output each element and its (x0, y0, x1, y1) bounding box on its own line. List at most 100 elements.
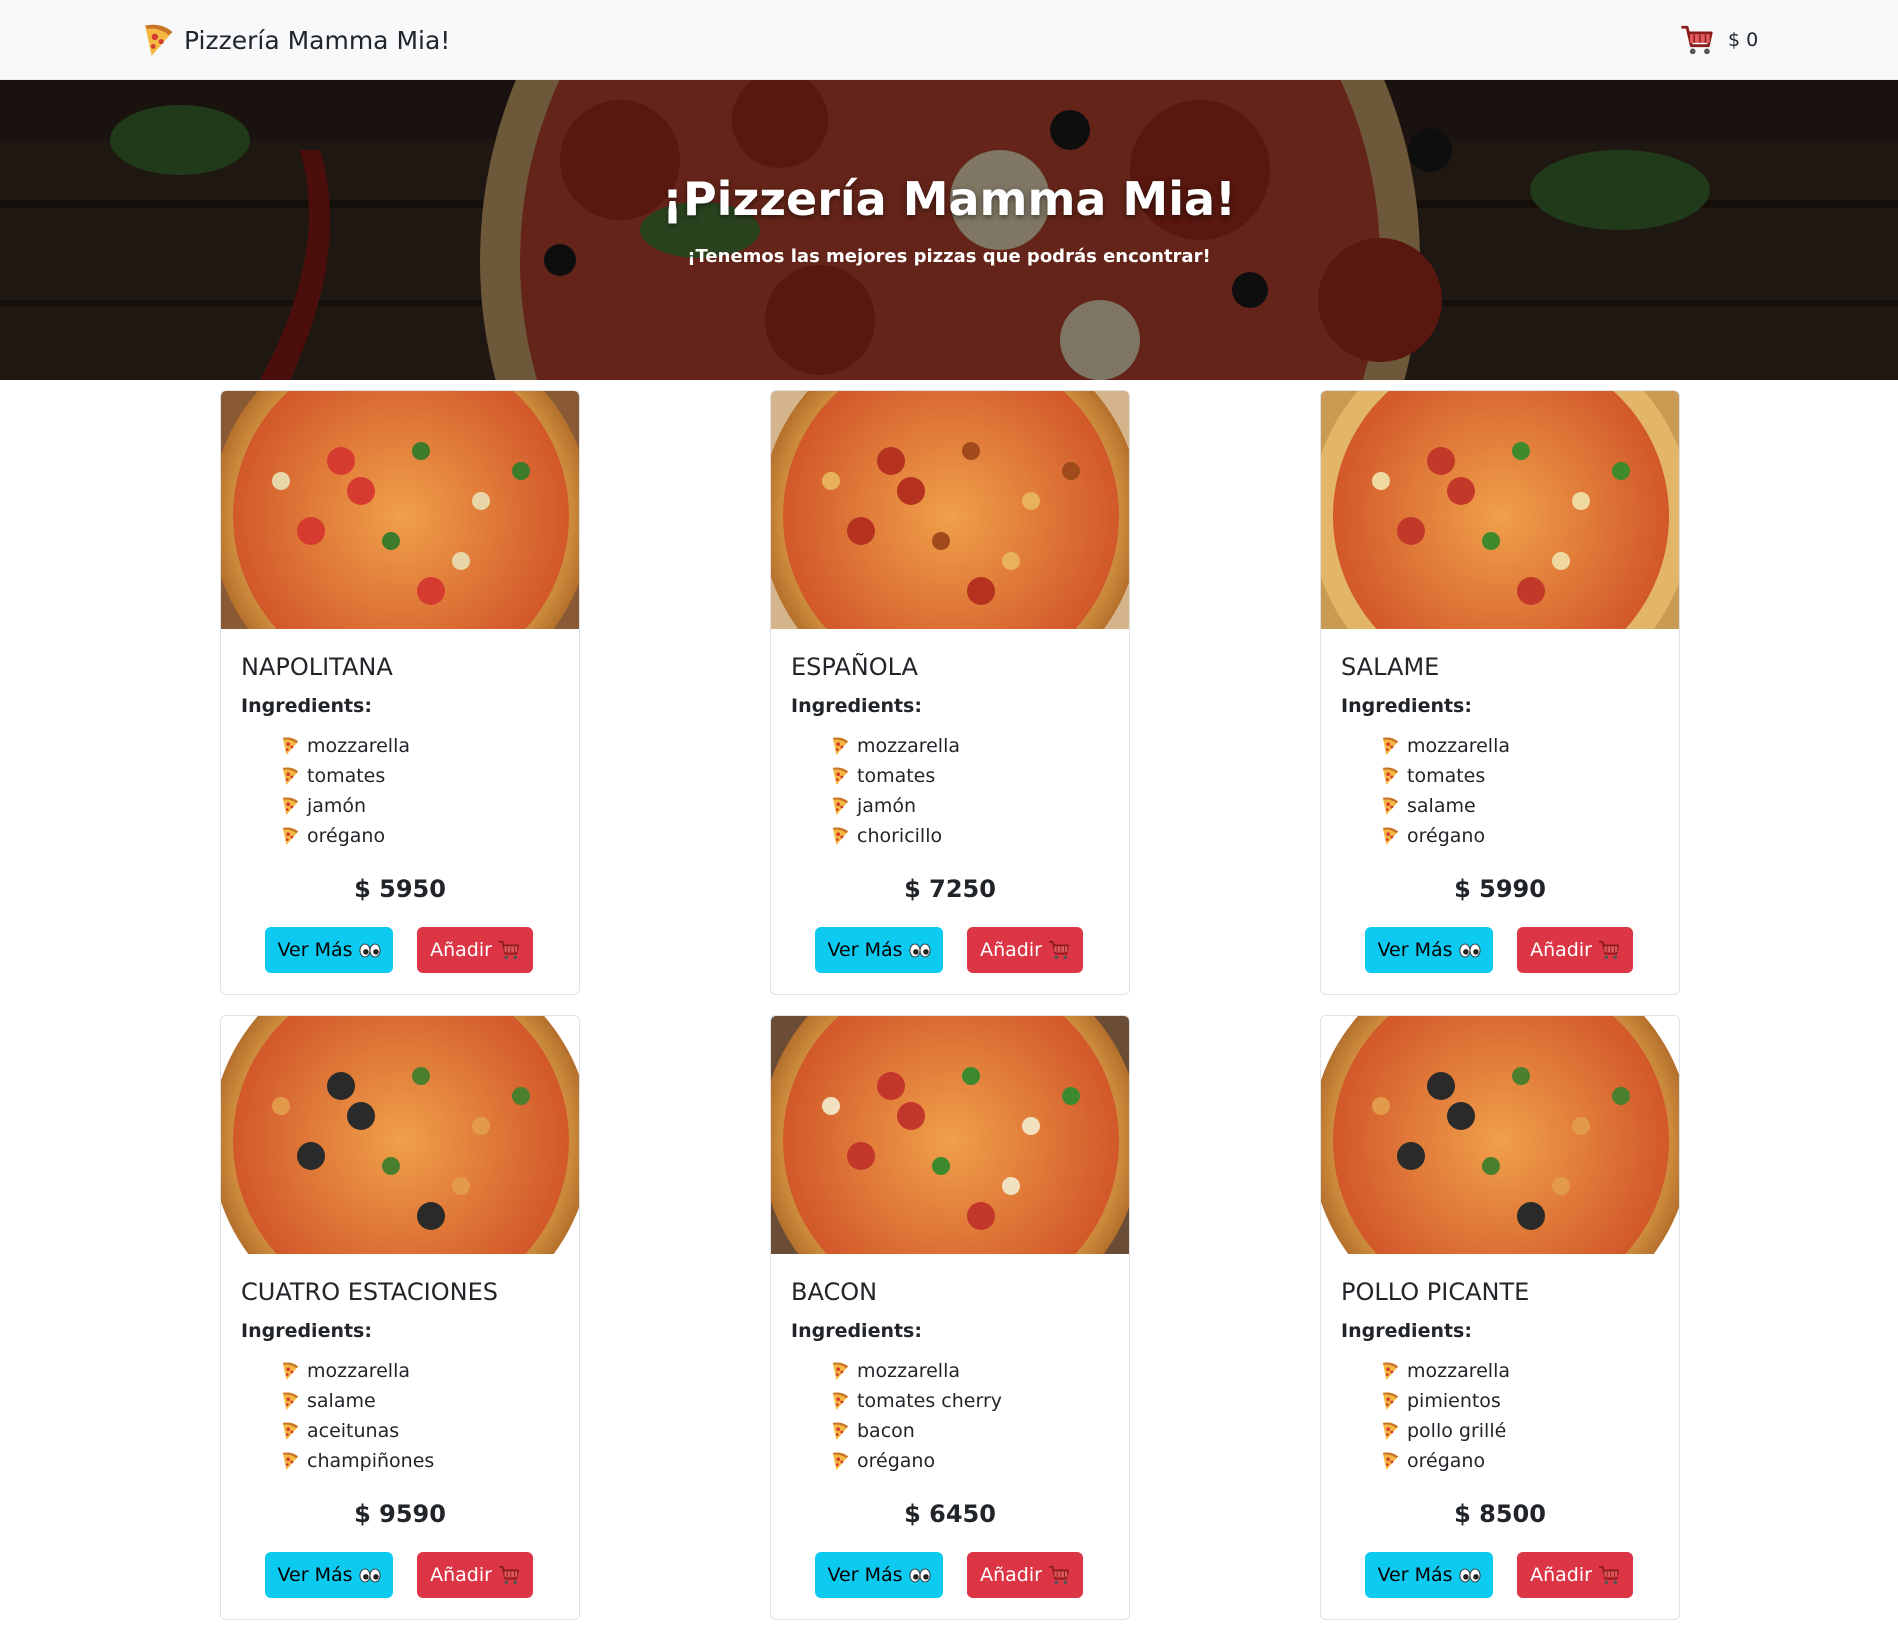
ver-mas-button[interactable]: Ver Más (815, 1552, 943, 1598)
shopping-cart-icon (1048, 1565, 1070, 1585)
anadir-button[interactable]: Añadir (967, 927, 1083, 973)
pizza-slice-icon (1381, 826, 1399, 846)
shopping-cart-icon (1598, 1565, 1620, 1585)
ver-mas-button[interactable]: Ver Más (1365, 927, 1493, 973)
pizza-price: $ 7250 (904, 875, 996, 903)
anadir-button[interactable]: Añadir (1517, 927, 1633, 973)
ingredients-label: Ingredients: (241, 1320, 372, 1342)
ingredients-list: mozzarella tomates jamón choricillo (831, 731, 960, 851)
shopping-cart-icon (498, 1565, 520, 1585)
ingredient-name: orégano (857, 1450, 936, 1472)
eyes-icon (909, 943, 931, 958)
ingredient-item: pollo grillé (1381, 1416, 1510, 1446)
ingredients-list: mozzarella salame aceitunas champiñones (281, 1356, 434, 1476)
pizza-name: NAPOLITANA (241, 653, 393, 681)
shopping-cart-icon (1048, 940, 1070, 960)
ingredients-list: mozzarella pimientos pollo grillé orégan… (1381, 1356, 1510, 1476)
anadir-label: Añadir (430, 939, 492, 961)
pizza-card: BACON Ingredients: mozzarella tomates ch… (770, 1015, 1130, 1620)
anadir-label: Añadir (1530, 1564, 1592, 1586)
ingredient-item: tomates cherry (831, 1386, 1002, 1416)
ingredient-item: salame (1381, 791, 1510, 821)
pizza-image (221, 391, 579, 629)
pizza-slice-icon (831, 736, 849, 756)
hero-banner: ¡Pizzería Mamma Mia! ¡Tenemos las mejore… (0, 80, 1898, 380)
ingredient-name: mozzarella (1407, 735, 1511, 757)
pizza-name: POLLO PICANTE (1341, 1278, 1530, 1306)
ingredient-item: mozzarella (281, 1356, 434, 1386)
ingredient-name: tomates (307, 765, 386, 787)
ingredient-item: choricillo (831, 821, 960, 851)
ingredients-list: mozzarella tomates jamón orégano (281, 731, 410, 851)
pizza-slice-icon (281, 766, 299, 786)
ingredient-item: tomates (831, 761, 960, 791)
ingredient-name: tomates (1407, 765, 1486, 787)
ingredient-item: aceitunas (281, 1416, 434, 1446)
pizza-image (221, 1016, 579, 1254)
ingredient-name: salame (307, 1390, 376, 1412)
pizza-image (771, 1016, 1129, 1254)
pizza-slice-icon (281, 1391, 299, 1411)
ingredient-item: mozzarella (831, 1356, 1002, 1386)
ver-mas-button[interactable]: Ver Más (1365, 1552, 1493, 1598)
pizza-image (771, 391, 1129, 629)
pizza-slice-icon (281, 826, 299, 846)
anadir-button[interactable]: Añadir (417, 927, 533, 973)
eyes-icon (909, 1568, 931, 1583)
ingredient-item: bacon (831, 1416, 1002, 1446)
anadir-label: Añadir (980, 939, 1042, 961)
ingredients-label: Ingredients: (1341, 695, 1472, 717)
hero-overlay (0, 80, 1898, 380)
ver-mas-button[interactable]: Ver Más (265, 1552, 393, 1598)
anadir-button[interactable]: Añadir (417, 1552, 533, 1598)
ingredient-name: orégano (1407, 825, 1486, 847)
ingredient-name: orégano (1407, 1450, 1486, 1472)
pizza-card: NAPOLITANA Ingredients: mozzarella tomat… (220, 390, 580, 995)
ingredients-label: Ingredients: (241, 695, 372, 717)
ver-mas-label: Ver Más (1377, 1564, 1453, 1586)
pizza-name: ESPAÑOLA (791, 653, 918, 681)
pizza-price: $ 5950 (354, 875, 446, 903)
pizza-slice-icon (1381, 1391, 1399, 1411)
pizza-name: SALAME (1341, 653, 1440, 681)
ingredient-item: jamón (281, 791, 410, 821)
brand-link[interactable]: Pizzería Mamma Mia! (142, 20, 450, 60)
ingredient-name: mozzarella (857, 735, 961, 757)
navbar: Pizzería Mamma Mia! $ 0 (0, 0, 1898, 80)
anadir-label: Añadir (1530, 939, 1592, 961)
ver-mas-button[interactable]: Ver Más (815, 927, 943, 973)
pizza-slice-icon (281, 796, 299, 816)
ingredients-label: Ingredients: (791, 695, 922, 717)
ver-mas-button[interactable]: Ver Más (265, 927, 393, 973)
pizza-slice-icon (1381, 736, 1399, 756)
eyes-icon (1459, 943, 1481, 958)
pizza-slice-icon (281, 1421, 299, 1441)
ingredient-name: pollo grillé (1407, 1420, 1507, 1442)
pizza-slice-icon (831, 1361, 849, 1381)
pizza-card: ESPAÑOLA Ingredients: mozzarella tomates… (770, 390, 1130, 995)
ingredient-name: tomates cherry (857, 1390, 1003, 1412)
ingredient-item: orégano (1381, 1446, 1510, 1476)
ingredient-name: bacon (857, 1420, 915, 1442)
anadir-button[interactable]: Añadir (1517, 1552, 1633, 1598)
pizza-card: CUATRO ESTACIONES Ingredients: mozzarell… (220, 1015, 580, 1620)
ingredient-item: mozzarella (1381, 1356, 1510, 1386)
cart-link[interactable]: $ 0 (1680, 22, 1758, 58)
ingredient-name: orégano (307, 825, 386, 847)
pizza-slice-icon (831, 766, 849, 786)
pizza-slice-icon (831, 1451, 849, 1471)
ingredient-name: mozzarella (307, 735, 411, 757)
pizza-card: SALAME Ingredients: mozzarella tomates s… (1320, 390, 1680, 995)
ingredient-item: orégano (831, 1446, 1002, 1476)
anadir-button[interactable]: Añadir (967, 1552, 1083, 1598)
ingredients-label: Ingredients: (791, 1320, 922, 1342)
pizza-slice-icon (1381, 1421, 1399, 1441)
pizza-card: POLLO PICANTE Ingredients: mozzarella pi… (1320, 1015, 1680, 1620)
ingredient-item: tomates (1381, 761, 1510, 791)
ingredient-item: jamón (831, 791, 960, 821)
ingredient-item: orégano (281, 821, 410, 851)
pizza-price: $ 8500 (1454, 1500, 1546, 1528)
cart-total: $ 0 (1728, 29, 1759, 51)
ingredient-name: jamón (857, 795, 917, 817)
shopping-cart-icon (1680, 24, 1714, 56)
